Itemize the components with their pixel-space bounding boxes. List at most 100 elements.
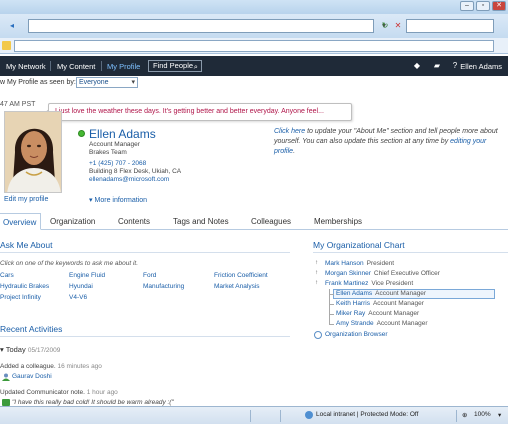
org-peer[interactable]: Amy Strande Account Manager bbox=[336, 320, 428, 327]
keyword-link[interactable]: V4-V6 bbox=[69, 294, 87, 301]
keyword-link[interactable]: Hydraulic Brakes bbox=[0, 283, 49, 290]
tab-contents[interactable]: Contents bbox=[114, 213, 154, 230]
org-name[interactable]: Ellen Adams bbox=[336, 290, 372, 297]
keyword-link[interactable]: Project Infinity bbox=[0, 294, 41, 301]
chevron-down-icon: ▾ bbox=[89, 197, 93, 204]
expand-up-icon[interactable]: ↑ bbox=[315, 280, 318, 286]
org-title: Account Manager bbox=[376, 320, 428, 327]
colleague-link[interactable]: Gaurav Doshi bbox=[12, 373, 52, 380]
browser-search-input[interactable] bbox=[406, 19, 494, 33]
org-manager[interactable]: Morgan Skinner Chief Executive Officer bbox=[325, 270, 440, 277]
keyword-link[interactable]: Friction Coefficient bbox=[214, 272, 268, 279]
org-peer-current[interactable]: Ellen Adams Account Manager bbox=[336, 290, 426, 297]
keyword-link[interactable]: Engine Fluid bbox=[69, 272, 105, 279]
org-chart-heading: My Organizational Chart bbox=[313, 240, 405, 250]
recent-activities-heading: Recent Activities bbox=[0, 324, 63, 334]
seen-by-select[interactable]: Everyone ▾ bbox=[76, 77, 138, 88]
org-manager[interactable]: Frank Martinez Vice President bbox=[325, 280, 413, 287]
org-name[interactable]: Mark Hanson bbox=[325, 260, 364, 267]
organization-browser-link[interactable]: Organization Browser bbox=[325, 331, 388, 338]
communicator-note: "I have this really bad cold! It should … bbox=[12, 399, 174, 406]
person-icon bbox=[2, 373, 10, 381]
tab-organization[interactable]: Organization bbox=[46, 213, 99, 230]
user-menu[interactable]: Ellen Adams bbox=[460, 62, 502, 71]
minimize-button[interactable]: – bbox=[460, 1, 474, 11]
org-peer[interactable]: Keith Harris Account Manager bbox=[336, 300, 424, 307]
security-zone[interactable]: Local intranet | Protected Mode: Off bbox=[316, 411, 418, 418]
expand-up-icon[interactable]: ↑ bbox=[315, 270, 318, 276]
nav-my-network[interactable]: My Network bbox=[6, 62, 46, 71]
activity-time: 1 hour ago bbox=[86, 389, 118, 396]
keyword-link[interactable]: Manufacturing bbox=[143, 283, 184, 290]
favorites-star-icon[interactable] bbox=[2, 41, 11, 50]
org-title: Chief Executive Officer bbox=[373, 270, 440, 277]
zoom-icon[interactable]: ⊕ bbox=[462, 411, 467, 419]
nav-my-content[interactable]: My Content bbox=[57, 62, 95, 71]
expand-up-icon[interactable]: ↑ bbox=[315, 260, 318, 266]
nav-my-profile[interactable]: My Profile bbox=[107, 62, 140, 71]
tree-line bbox=[329, 294, 334, 295]
profile-phone[interactable]: +1 (425) 707 - 2068 bbox=[89, 160, 146, 167]
status-divider bbox=[250, 410, 251, 422]
tab-memberships[interactable]: Memberships bbox=[310, 213, 366, 230]
org-manager[interactable]: Mark Hanson President bbox=[325, 260, 394, 267]
about-me-period: . bbox=[293, 148, 296, 155]
note-icon[interactable]: ▰ bbox=[432, 61, 442, 70]
profile-address: Building 8 Flex Desk, Ukiah, CA bbox=[89, 168, 182, 175]
activity-text: Added a colleague. bbox=[0, 363, 56, 370]
url-input[interactable] bbox=[28, 19, 374, 33]
window-controls: – ▫ ✕ bbox=[460, 1, 506, 11]
org-peer[interactable]: Miker Ray Account Manager bbox=[336, 310, 419, 317]
find-people-search[interactable]: Find People ⌕ bbox=[148, 60, 202, 72]
profile-email[interactable]: ellenadams@microsoft.com bbox=[89, 176, 169, 183]
tab-strip[interactable] bbox=[14, 40, 494, 52]
edit-profile-link[interactable]: Edit my profile bbox=[4, 196, 48, 203]
tree-line bbox=[329, 304, 334, 305]
tab-overview[interactable]: Overview bbox=[0, 213, 42, 230]
browser-status-bar: Local intranet | Protected Mode: Off ⊕ 1… bbox=[0, 406, 508, 424]
org-title: Vice President bbox=[371, 280, 414, 287]
tree-line bbox=[329, 314, 334, 315]
top-navigation: My Network My Content My Profile Find Pe… bbox=[0, 56, 508, 76]
maximize-button[interactable]: ▫ bbox=[476, 1, 490, 11]
org-name[interactable]: Amy Strande bbox=[336, 320, 374, 327]
keyword-link[interactable]: Ford bbox=[143, 272, 156, 279]
org-name[interactable]: Morgan Skinner bbox=[325, 270, 371, 277]
status-message[interactable]: I just love the weather these days. It's… bbox=[44, 103, 352, 121]
status-time: 47 AM PST bbox=[0, 101, 36, 108]
nav-divider bbox=[101, 61, 102, 71]
close-window-button[interactable]: ✕ bbox=[492, 1, 506, 11]
tab-colleagues[interactable]: Colleagues bbox=[247, 213, 295, 230]
today-date: 05/17/2009 bbox=[27, 347, 61, 354]
org-title: Account Manager bbox=[372, 300, 424, 307]
presence-icon[interactable] bbox=[78, 130, 85, 137]
help-icon[interactable]: ? bbox=[450, 61, 460, 70]
today-group[interactable]: ▾ Today 05/17/2009 bbox=[0, 345, 60, 354]
keyword-link[interactable]: Hyundai bbox=[69, 283, 93, 290]
refresh-icon[interactable]: ↻ bbox=[379, 19, 391, 33]
activity-item: Updated Communicator note. 1 hour ago bbox=[0, 389, 118, 396]
keyword-link[interactable]: Market Analysis bbox=[214, 283, 260, 290]
chevron-down-icon[interactable]: ▾ bbox=[498, 411, 501, 419]
search-icon[interactable]: ⌕ bbox=[194, 62, 198, 72]
zoom-level[interactable]: 100% bbox=[474, 411, 491, 418]
back-icon[interactable]: ◂ bbox=[6, 19, 18, 33]
org-name[interactable]: Miker Ray bbox=[336, 310, 365, 317]
seen-by-value: Everyone bbox=[79, 79, 109, 86]
stop-icon[interactable]: ✕ bbox=[392, 19, 404, 33]
org-name[interactable]: Frank Martinez bbox=[325, 280, 368, 287]
tab-tags-and-notes[interactable]: Tags and Notes bbox=[169, 213, 233, 230]
find-people-label: Find People bbox=[153, 61, 194, 70]
click-here-link[interactable]: Click here bbox=[274, 128, 305, 135]
window-titlebar: – ▫ ✕ bbox=[0, 0, 508, 14]
today-label: Today bbox=[5, 345, 26, 354]
more-information-link[interactable]: ▾ More information bbox=[89, 196, 147, 204]
tag-icon[interactable]: ◆ bbox=[412, 61, 422, 70]
favorites-bar bbox=[0, 38, 508, 54]
keyword-link[interactable]: Cars bbox=[0, 272, 14, 279]
address-bar: ◂ ▾ ↻ ✕ bbox=[0, 14, 508, 38]
profile-tabs: Overview Organization Contents Tags and … bbox=[0, 213, 508, 230]
chevron-down-icon: ▾ bbox=[131, 79, 135, 86]
tree-line bbox=[329, 324, 334, 325]
org-name[interactable]: Keith Harris bbox=[336, 300, 370, 307]
